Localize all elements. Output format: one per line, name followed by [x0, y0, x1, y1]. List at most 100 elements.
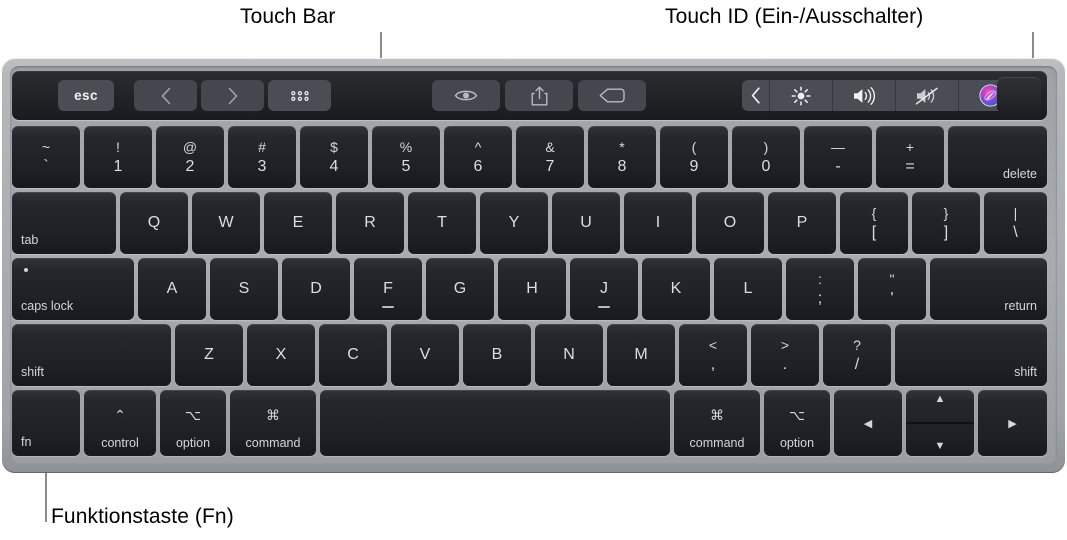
key-delete-label: delete [1002, 167, 1037, 181]
key-9[interactable]: (9 [660, 126, 728, 188]
key-control[interactable]: ⌃ control [84, 390, 156, 456]
key-backtick[interactable]: ~ ` [12, 126, 80, 188]
key-r[interactable]: R [336, 192, 404, 254]
key-u[interactable]: U [552, 192, 620, 254]
touch-bar-expand-button[interactable] [742, 80, 770, 111]
key-bracket-right-bottom: ] [943, 223, 949, 241]
control-symbol-icon: ⌃ [114, 407, 126, 423]
key-v[interactable]: V [391, 324, 459, 386]
touch-bar-volume-button[interactable] [833, 80, 896, 111]
key-return[interactable]: return [930, 258, 1047, 320]
key-9-top: ( [691, 138, 697, 155]
key-minus[interactable]: — - [804, 126, 872, 188]
key-option-left[interactable]: ⌥ option [160, 390, 226, 456]
key-e[interactable]: E [264, 192, 332, 254]
key-6[interactable]: ^ 6 [444, 126, 512, 188]
key-i[interactable]: I [624, 192, 692, 254]
touch-bar-brightness-button[interactable] [770, 80, 833, 111]
key-b[interactable]: B [463, 324, 531, 386]
arrow-down-icon[interactable]: ▼ [935, 441, 946, 452]
homing-bar-icon [382, 306, 394, 308]
key-a[interactable]: A [138, 258, 206, 320]
key-space[interactable] [320, 390, 670, 456]
grid-dots-icon [290, 90, 309, 101]
key-y-label: Y [508, 214, 520, 231]
key-s[interactable]: S [210, 258, 278, 320]
key-t[interactable]: T [408, 192, 476, 254]
key-minus-bottom: - [835, 157, 841, 175]
key-j[interactable]: J [570, 258, 638, 320]
key-n[interactable]: N [535, 324, 603, 386]
key-0-bottom: 0 [761, 157, 771, 175]
key-5[interactable]: % 5 [372, 126, 440, 188]
key-delete[interactable]: delete [948, 126, 1047, 188]
key-arrow-updown[interactable]: ▲ ▼ [906, 390, 974, 456]
touch-bar-esc-button[interactable]: esc [58, 80, 114, 111]
chevron-right-icon [228, 87, 237, 104]
key-q[interactable]: Q [120, 192, 188, 254]
touch-bar-tag-button[interactable] [578, 80, 646, 111]
key-k[interactable]: K [642, 258, 710, 320]
key-backslash[interactable]: | \ [984, 192, 1047, 254]
key-7[interactable]: & 7 [516, 126, 584, 188]
key-g[interactable]: G [426, 258, 494, 320]
key-period[interactable]: >. [751, 324, 819, 386]
key-minus-top: — [831, 138, 845, 155]
touch-bar-forward-button[interactable] [201, 80, 264, 111]
touch-bar-mute-button[interactable] [896, 80, 959, 111]
key-2[interactable]: @2 [156, 126, 224, 188]
arrow-up-icon[interactable]: ▲ [935, 394, 946, 405]
key-w[interactable]: W [192, 192, 260, 254]
touch-bar-share-button[interactable] [505, 80, 573, 111]
homing-bar-icon [598, 306, 610, 308]
key-y[interactable]: Y [480, 192, 548, 254]
touch-id-button[interactable] [997, 77, 1041, 114]
key-0[interactable]: ) 0 [732, 126, 800, 188]
key-1[interactable]: ! 1 [84, 126, 152, 188]
key-bracket-left[interactable]: {[ [840, 192, 908, 254]
key-quote-bottom: ' [890, 289, 894, 307]
key-shift-left[interactable]: shift [12, 324, 171, 386]
key-bracket-right[interactable]: }] [912, 192, 980, 254]
key-arrow-right[interactable]: ▶ [978, 390, 1047, 456]
key-semicolon[interactable]: :; [786, 258, 854, 320]
key-r-label: R [364, 214, 376, 231]
touch-bar-control-strip[interactable] [742, 80, 1022, 111]
key-q-label: Q [147, 214, 161, 231]
key-3[interactable]: #3 [228, 126, 296, 188]
key-arrow-left[interactable]: ◀ [834, 390, 902, 456]
key-z[interactable]: Z [175, 324, 243, 386]
key-p[interactable]: P [768, 192, 836, 254]
key-fn[interactable]: fn [12, 390, 80, 456]
key-comma[interactable]: <, [679, 324, 747, 386]
key-f[interactable]: F [354, 258, 422, 320]
key-2-top: @ [182, 138, 198, 155]
key-l[interactable]: L [714, 258, 782, 320]
key-slash[interactable]: ? / [823, 324, 891, 386]
key-caps-lock[interactable]: caps lock [12, 258, 134, 320]
key-quote[interactable]: " ' [858, 258, 926, 320]
key-command-left[interactable]: ⌘ command [230, 390, 316, 456]
key-8[interactable]: * 8 [588, 126, 656, 188]
key-x[interactable]: X [247, 324, 315, 386]
key-option-right[interactable]: ⌥ option [764, 390, 830, 456]
key-tab[interactable]: tab [12, 192, 116, 254]
key-4[interactable]: $4 [300, 126, 368, 188]
key-a-label: A [166, 280, 178, 297]
touch-bar-back-button[interactable] [134, 80, 197, 111]
key-d[interactable]: D [282, 258, 350, 320]
key-shift-right[interactable]: shift [895, 324, 1047, 386]
touch-bar[interactable]: esc [12, 71, 1047, 120]
share-icon [531, 86, 547, 105]
key-h[interactable]: H [498, 258, 566, 320]
key-bracket-left-top: { [871, 204, 877, 221]
touch-bar-quick-look-button[interactable] [432, 80, 500, 111]
key-command-right[interactable]: ⌘ command [674, 390, 760, 456]
touch-bar-grid-view-button[interactable] [268, 80, 331, 111]
key-m[interactable]: M [607, 324, 675, 386]
key-equals[interactable]: + = [876, 126, 944, 188]
key-c[interactable]: C [319, 324, 387, 386]
callout-fn-leader [45, 470, 47, 522]
key-o[interactable]: O [696, 192, 764, 254]
key-semicolon-top: : [818, 270, 822, 287]
